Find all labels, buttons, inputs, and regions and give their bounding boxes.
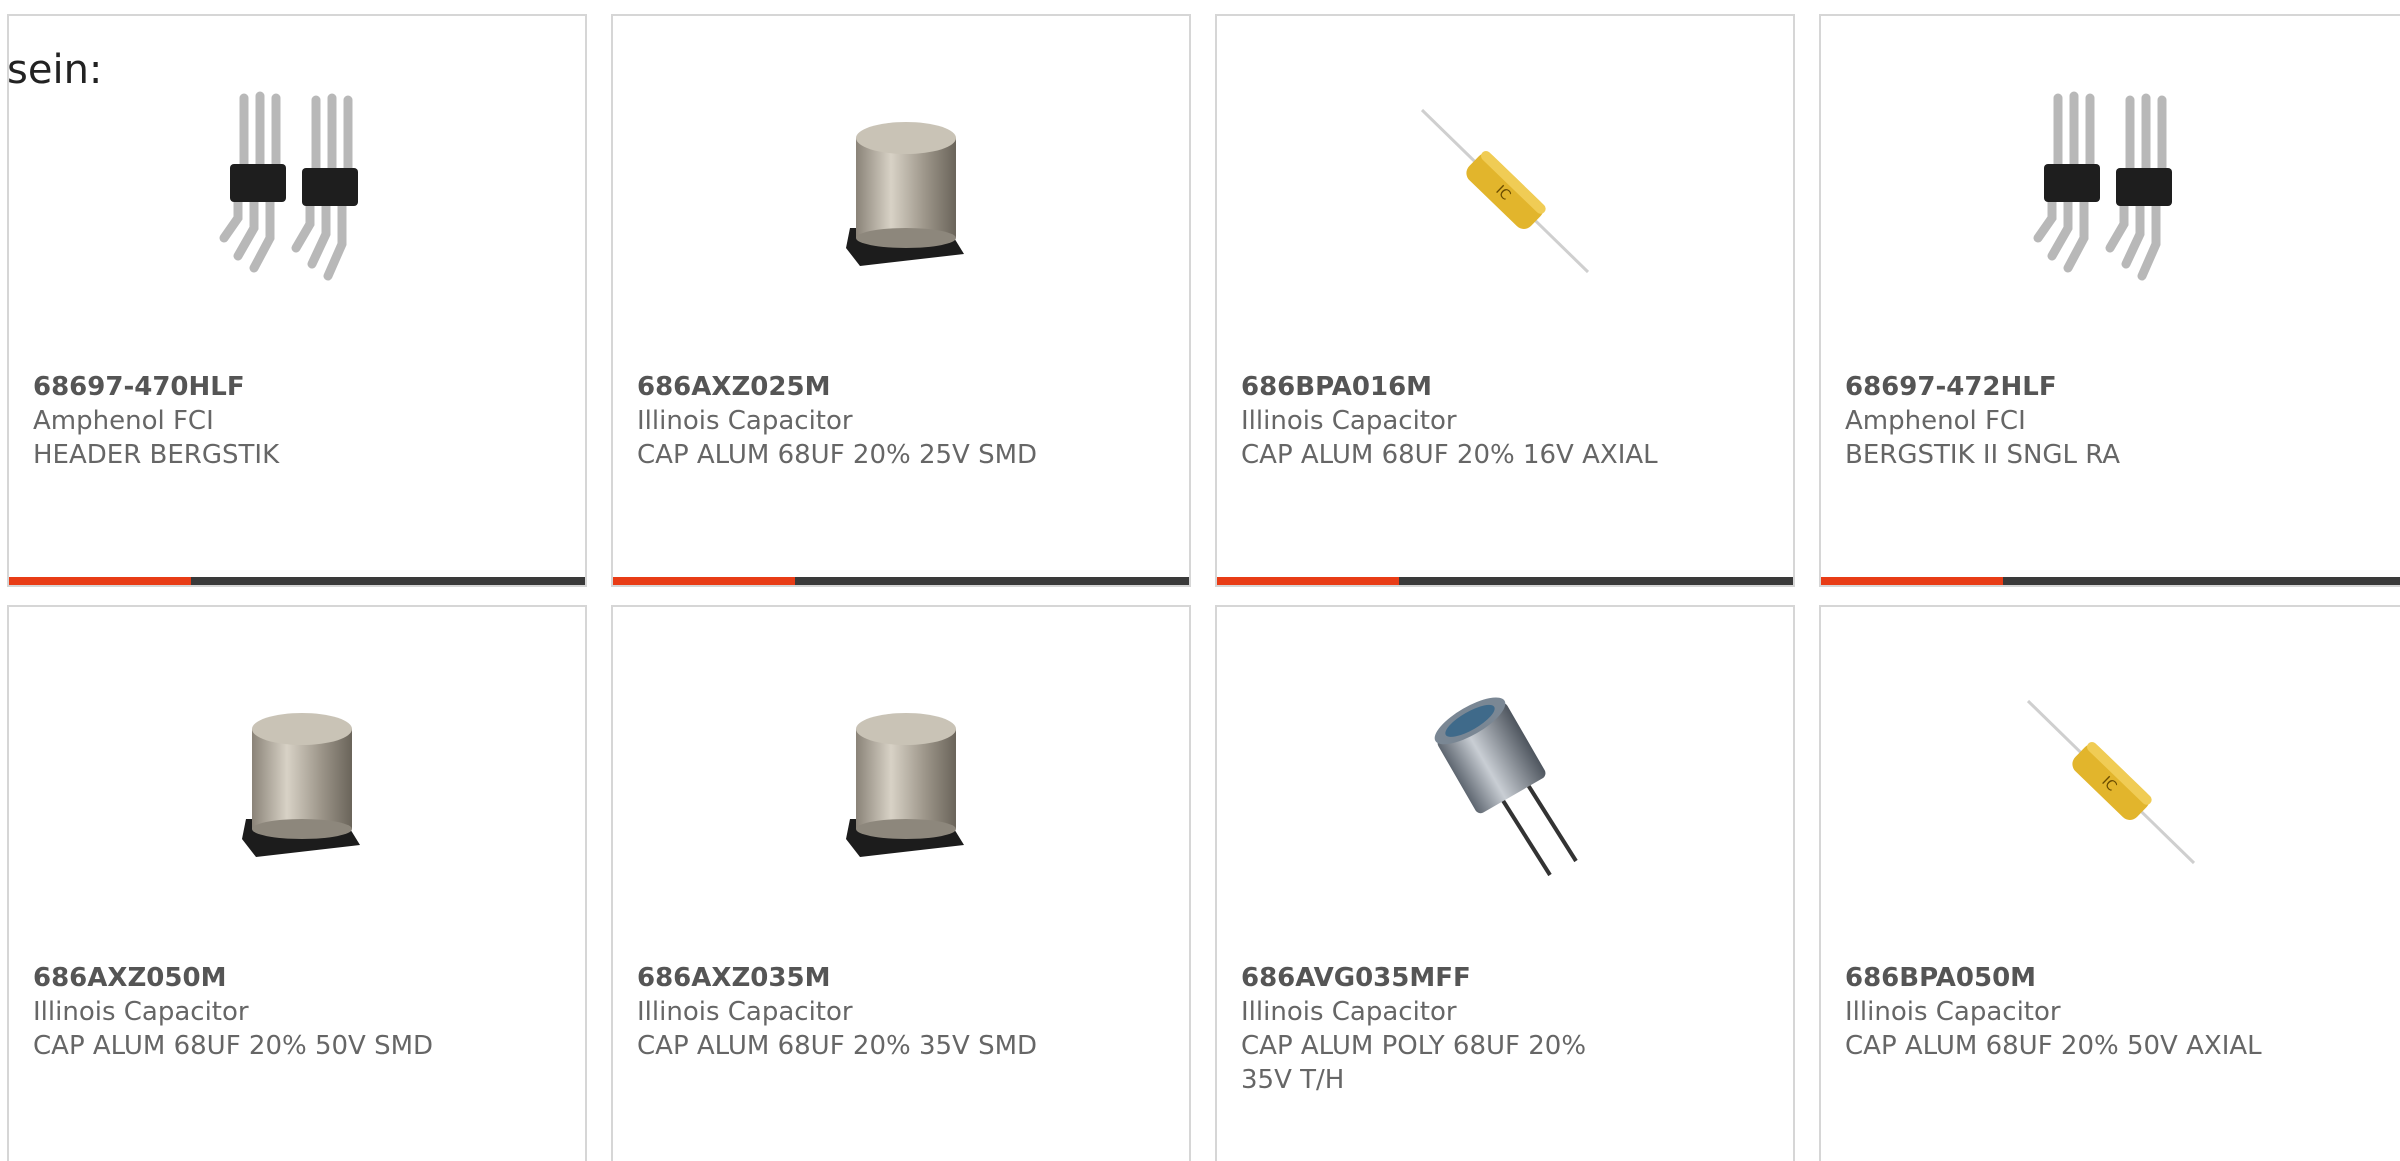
- product-card[interactable]: 686AVG035MFF Illinois Capacitor CAP ALUM…: [1215, 605, 1795, 1161]
- pin-header-image: [2033, 91, 2172, 281]
- product-image[interactable]: [9, 88, 585, 294]
- product-info: 686BPA050M Illinois Capacitor CAP ALUM 6…: [1845, 961, 2393, 1063]
- accent-bar: [1821, 577, 2003, 585]
- product-info: 68697-470HLF Amphenol FCI HEADER BERGSTI…: [33, 370, 561, 472]
- product-image[interactable]: IC: [1821, 679, 2400, 885]
- card-bottom-bar: [1217, 577, 1793, 585]
- product-image[interactable]: [613, 88, 1189, 294]
- description: CAP ALUM POLY 68UF 20% 35V T/H: [1241, 1031, 1587, 1095]
- product-image[interactable]: [1821, 88, 2400, 294]
- product-image[interactable]: [1217, 679, 1793, 885]
- description: CAP ALUM 68UF 20% 25V SMD: [637, 440, 1038, 470]
- description: HEADER BERGSTIK: [33, 440, 280, 470]
- accent-bar: [9, 577, 191, 585]
- product-info: 686AXZ025M Illinois Capacitor CAP ALUM 6…: [637, 370, 1165, 472]
- card-bottom-bar: [613, 577, 1189, 585]
- product-image[interactable]: [9, 679, 585, 885]
- description: CAP ALUM 68UF 20% 50V SMD: [33, 1031, 434, 1061]
- card-bottom-bar: [1821, 577, 2400, 585]
- axial-capacitor-image: IC: [1420, 108, 1590, 274]
- manufacturer: Illinois Capacitor: [637, 406, 853, 436]
- smd-capacitor-image: [846, 122, 964, 266]
- part-number-link[interactable]: 686BPA016M: [1241, 370, 1769, 404]
- intro-text: sein:: [7, 47, 103, 93]
- product-card[interactable]: 68697-470HLF Amphenol FCI HEADER BERGSTI…: [7, 14, 587, 587]
- accent-bar: [613, 577, 795, 585]
- part-number-link[interactable]: 686AXZ050M: [33, 961, 561, 995]
- accent-bar: [1217, 577, 1399, 585]
- product-info: 686BPA016M Illinois Capacitor CAP ALUM 6…: [1241, 370, 1769, 472]
- manufacturer: Illinois Capacitor: [1241, 406, 1457, 436]
- product-card[interactable]: IC 686BPA016M Illinois Capacitor CAP ALU…: [1215, 14, 1795, 587]
- description: CAP ALUM 68UF 20% 50V AXIAL: [1845, 1031, 2262, 1061]
- part-number-link[interactable]: 686AXZ025M: [637, 370, 1165, 404]
- description: CAP ALUM 68UF 20% 35V SMD: [637, 1031, 1038, 1061]
- manufacturer: Illinois Capacitor: [637, 997, 853, 1027]
- axial-capacitor-image: IC: [2026, 699, 2196, 865]
- part-number-link[interactable]: 686BPA050M: [1845, 961, 2393, 995]
- product-info: 68697-472HLF Amphenol FCI BERGSTIK II SN…: [1845, 370, 2393, 472]
- smd-capacitor-image: [846, 713, 964, 857]
- smd-capacitor-image: [242, 713, 360, 857]
- part-number-link[interactable]: 686AVG035MFF: [1241, 961, 1643, 995]
- pin-header-image: [219, 91, 358, 281]
- product-image[interactable]: IC: [1217, 88, 1793, 294]
- part-number-link[interactable]: 68697-470HLF: [33, 370, 561, 404]
- part-number-link[interactable]: 686AXZ035M: [637, 961, 1165, 995]
- description: CAP ALUM 68UF 20% 16V AXIAL: [1241, 440, 1658, 470]
- product-info: 686AXZ050M Illinois Capacitor CAP ALUM 6…: [33, 961, 561, 1063]
- product-card[interactable]: IC 686BPA050M Illinois Capacitor CAP ALU…: [1819, 605, 2400, 1161]
- product-card[interactable]: 686AXZ025M Illinois Capacitor CAP ALUM 6…: [611, 14, 1191, 587]
- part-number-link[interactable]: 68697-472HLF: [1845, 370, 2393, 404]
- product-info: 686AVG035MFF Illinois Capacitor CAP ALUM…: [1241, 961, 1643, 1097]
- product-grid-page: sein: 68697-470HLF Amphenol FCI HEADER B…: [0, 0, 2400, 1161]
- product-info: 686AXZ035M Illinois Capacitor CAP ALUM 6…: [637, 961, 1165, 1063]
- card-bottom-bar: [9, 577, 585, 585]
- manufacturer: Illinois Capacitor: [1241, 997, 1457, 1027]
- description: BERGSTIK II SNGL RA: [1845, 440, 2121, 470]
- manufacturer: Illinois Capacitor: [1845, 997, 2061, 1027]
- product-card[interactable]: 686AXZ050M Illinois Capacitor CAP ALUM 6…: [7, 605, 587, 1161]
- product-image[interactable]: [613, 679, 1189, 885]
- product-card[interactable]: 68697-472HLF Amphenol FCI BERGSTIK II SN…: [1819, 14, 2400, 587]
- manufacturer: Illinois Capacitor: [33, 997, 249, 1027]
- product-card[interactable]: 686AXZ035M Illinois Capacitor CAP ALUM 6…: [611, 605, 1191, 1161]
- manufacturer: Amphenol FCI: [33, 406, 214, 436]
- radial-capacitor-image: [1434, 697, 1578, 877]
- manufacturer: Amphenol FCI: [1845, 406, 2026, 436]
